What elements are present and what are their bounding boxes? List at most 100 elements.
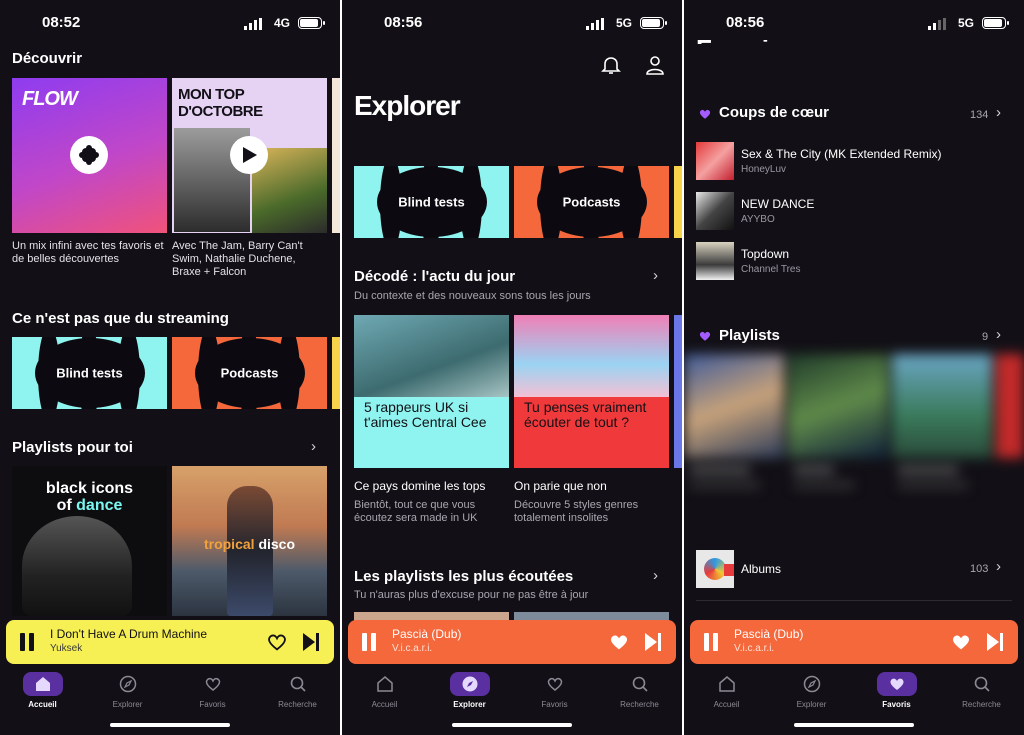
heart-filled-icon[interactable] — [608, 631, 630, 653]
screen-explorer: 08:56 5G Explorer Blind tests Podcasts D… — [342, 0, 682, 735]
battery-icon — [640, 17, 667, 29]
heart-outline-icon[interactable] — [266, 631, 288, 653]
screen-favoris: Favoris 08:56 5G Coups de cœur 134 › Sex… — [684, 0, 1024, 735]
pause-button[interactable]: #p3 .pause::before,#p3 .pause::after{bac… — [704, 633, 718, 651]
tab-accueil[interactable]: Accueil — [342, 672, 427, 709]
track-artist: AYYBO — [741, 214, 775, 225]
podcasts-tile[interactable]: Podcasts — [514, 166, 669, 238]
tab-recherche[interactable]: Recherche — [597, 672, 682, 709]
next-tile-peek — [332, 337, 340, 409]
search-icon — [974, 676, 990, 692]
next-card-peek — [332, 78, 340, 233]
tab-explorer[interactable]: Explorer — [769, 672, 854, 709]
battery-icon — [982, 17, 1009, 29]
top-october-caption: Avec The Jam, Barry Can't Swim, Nathalie… — [172, 240, 303, 278]
tab-explorer[interactable]: Explorer — [85, 672, 170, 709]
black-icons-of: of — [56, 497, 77, 514]
track-row[interactable]: Sex & The City (MK Extended Remix) Honey… — [696, 142, 1012, 182]
mini-player[interactable]: #p1 .pause::before,#p1 .pause::after{bac… — [6, 620, 334, 664]
next-track-icon[interactable] — [986, 632, 1004, 652]
mini-player[interactable]: #p2 .pause::before,#p2 .pause::after{bac… — [348, 620, 676, 664]
article-overlay-uk: 5 rappeurs UK si t'aimes Central Cee — [364, 399, 487, 430]
blind-tests-tile[interactable]: Blind tests — [12, 337, 167, 409]
flow-caption: Un mix infini avec tes favoris et de bel… — [12, 240, 164, 265]
divider — [696, 600, 1012, 601]
next-tile-peek — [674, 166, 682, 238]
top-october-play-button[interactable] — [230, 136, 268, 174]
search-icon — [290, 676, 306, 692]
flow-icon — [79, 145, 99, 165]
albums-row[interactable]: Albums 103 › — [696, 550, 1012, 590]
tropical-label: tropical — [203, 536, 259, 552]
black-icons-dance: dance — [76, 497, 123, 514]
podcasts-tile[interactable]: Podcasts — [172, 337, 327, 409]
tab-accueil[interactable]: Accueil — [684, 672, 769, 709]
page-title: Explorer — [354, 90, 461, 121]
tab-favoris[interactable]: Favoris — [170, 672, 255, 709]
player-artist: V.i.c.a.r.i. — [392, 643, 433, 654]
track-artwork — [696, 192, 734, 230]
article-desc-uk: Bientôt, tout ce que vous écoutez sera m… — [354, 499, 478, 524]
track-artist: HoneyLuv — [741, 164, 787, 175]
tab-recherche[interactable]: Recherche — [255, 672, 340, 709]
next-track-icon[interactable] — [302, 632, 320, 652]
article-title-uk: Ce pays domine les tops — [354, 479, 486, 493]
disco-label: disco — [258, 536, 296, 552]
status-bar: 08:56 5G — [342, 14, 682, 34]
status-bar: 08:52 4G — [0, 14, 340, 34]
pause-button[interactable]: #p1 .pause::before,#p1 .pause::after{bac… — [20, 633, 34, 651]
chevron-right-icon[interactable]: › — [653, 567, 658, 584]
section-subtitle-decode: Du contexte et des nouveaux sons tous le… — [354, 290, 591, 302]
chevron-right-icon[interactable]: › — [311, 438, 316, 455]
track-row[interactable]: NEW DANCE AYYBO — [696, 192, 1012, 232]
tab-favoris[interactable]: Favoris — [512, 672, 597, 709]
blind-tests-tile[interactable]: Blind tests — [354, 166, 509, 238]
article-card-uk[interactable]: 5 rappeurs UK si t'aimes Central Cee — [354, 315, 509, 468]
signal-icon — [244, 18, 262, 30]
network-label: 4G — [273, 16, 290, 30]
tab-recherche[interactable]: Recherche — [939, 672, 1024, 709]
player-artist: Yuksek — [50, 643, 83, 654]
tab-bar: Accueil Explorer Favoris Recherche — [684, 668, 1024, 735]
albums-artwork — [696, 550, 734, 588]
blind-tests-label: Blind tests — [398, 194, 465, 210]
rapper-photo — [354, 315, 509, 397]
section-title-decouvrir: Découvrir — [12, 50, 83, 67]
player-artist: V.i.c.a.r.i. — [734, 643, 775, 654]
profile-icon[interactable] — [645, 55, 665, 75]
tab-favoris[interactable]: Favoris — [854, 672, 939, 709]
status-time: 08:56 — [384, 14, 423, 31]
flow-play-button[interactable] — [70, 136, 108, 174]
track-row[interactable]: Topdown Channel Tres — [696, 242, 1012, 282]
article-card-genres[interactable]: Tu penses vraiment écouter de tout ? — [514, 315, 669, 468]
tropical-disco-playlist[interactable]: tropical disco — [172, 466, 327, 616]
heart-filled-icon[interactable] — [950, 631, 972, 653]
black-icons-playlist[interactable]: black icons of dance — [12, 466, 167, 616]
tab-bar: Accueil Explorer Favoris Recherche — [0, 668, 340, 735]
playlists-count: 9 — [982, 331, 989, 343]
chevron-right-icon[interactable]: › — [653, 267, 658, 284]
section-title-coups: Coups de cœur — [719, 104, 830, 121]
section-subtitle-top-playlists: Tu n'auras plus d'excuse pour ne pas êtr… — [354, 589, 589, 601]
play-icon — [243, 147, 257, 163]
playlists-carousel-blurred — [684, 354, 1024, 516]
chevron-right-icon[interactable]: › — [996, 326, 1001, 343]
mini-player[interactable]: #p3 .pause::before,#p3 .pause::after{bac… — [690, 620, 1018, 664]
coups-count: 134 — [970, 109, 989, 121]
top-october-label: MON TOP D'OCTOBRE — [178, 86, 263, 120]
podcasts-label: Podcasts — [220, 365, 279, 381]
compass-icon — [803, 675, 820, 693]
player-title: Pascià (Dub) — [734, 627, 804, 641]
flow-card[interactable]: FLOW — [12, 78, 167, 233]
tab-accueil[interactable]: Accueil — [0, 672, 85, 709]
tab-explorer[interactable]: Explorer — [427, 672, 512, 709]
next-track-icon[interactable] — [644, 632, 662, 652]
tab-bar: Accueil Explorer Favoris Recherche — [342, 668, 682, 735]
pause-button[interactable]: #p2 .pause::before,#p2 .pause::after{bac… — [362, 633, 376, 651]
chevron-right-icon[interactable]: › — [996, 558, 1001, 575]
chevron-right-icon[interactable]: › — [996, 104, 1001, 121]
home-indicator — [794, 723, 914, 727]
top-october-card[interactable]: MON TOP D'OCTOBRE — [172, 78, 327, 233]
bell-icon[interactable] — [601, 55, 621, 75]
albums-count: 103 — [970, 563, 989, 575]
